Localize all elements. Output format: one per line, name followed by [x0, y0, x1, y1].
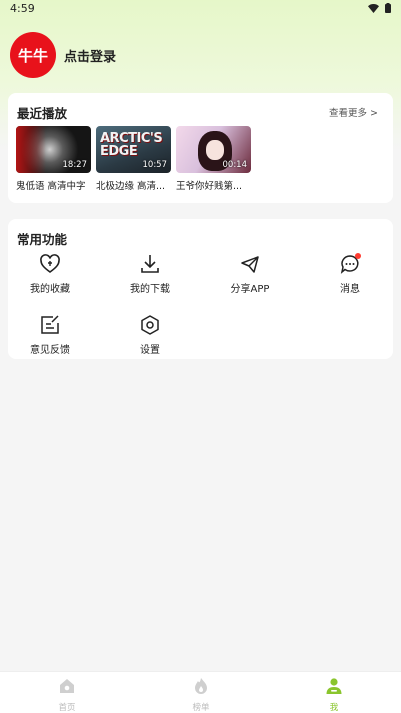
recent-item[interactable]: 00:14 王爷你好贱第...	[176, 126, 251, 192]
feedback-button[interactable]: 意见反馈	[10, 314, 90, 356]
status-time: 4:59	[10, 2, 35, 15]
nav-ranking-label: 榜单	[192, 703, 210, 713]
features-title: 常用功能	[17, 232, 68, 247]
settings-icon	[139, 314, 161, 336]
video-thumbnail[interactable]: 18:27	[16, 126, 91, 173]
heart-icon	[39, 253, 61, 275]
nav-me[interactable]: 我	[304, 677, 364, 713]
status-bar: 4:59	[0, 0, 401, 18]
home-icon	[60, 679, 74, 693]
fire-icon	[195, 678, 207, 694]
favorites-label: 我的收藏	[30, 284, 70, 295]
avatar[interactable]: 牛牛	[10, 32, 56, 78]
user-icon	[326, 678, 342, 694]
recent-item[interactable]: 18:27 鬼低语 高清中字	[16, 126, 91, 192]
profile-login[interactable]: 牛牛 点击登录	[10, 32, 116, 78]
poster-title: ARCTIC'S EDGE	[100, 131, 163, 159]
view-more-link[interactable]: 查看更多 >	[329, 105, 378, 119]
nav-home-label: 首页	[58, 703, 76, 713]
wifi-icon	[368, 3, 379, 13]
recent-title: 最近播放	[17, 106, 68, 121]
favorites-button[interactable]: 我的收藏	[10, 253, 90, 295]
video-title: 鬼低语 高清中字	[16, 181, 86, 192]
video-thumbnail[interactable]: ARCTIC'S EDGE 10:57	[96, 126, 171, 173]
nav-home[interactable]: 首页	[37, 677, 97, 713]
share-app-button[interactable]: 分享APP	[210, 253, 290, 295]
duration-label: 10:57	[142, 160, 168, 170]
recent-item[interactable]: ARCTIC'S EDGE 10:57 北极边缘 高清...	[96, 126, 171, 192]
recent-list: 18:27 鬼低语 高清中字 ARCTIC'S EDGE 10:57 北极边缘 …	[16, 126, 251, 192]
messages-button[interactable]: 消息	[310, 253, 390, 295]
duration-label: 18:27	[62, 160, 88, 170]
features-card: 常用功能 我的收藏 我的下载 分享APP 消息 意见反馈 设置	[8, 219, 393, 359]
feedback-label: 意见反馈	[30, 345, 70, 356]
share-app-label: 分享APP	[230, 284, 270, 295]
nav-me-label: 我	[329, 703, 339, 713]
download-icon	[139, 253, 161, 275]
settings-button[interactable]: 设置	[110, 314, 190, 356]
video-thumbnail[interactable]: 00:14	[176, 126, 251, 173]
battery-icon	[385, 3, 391, 13]
unread-badge	[355, 253, 361, 259]
downloads-label: 我的下载	[130, 284, 170, 295]
nav-ranking[interactable]: 榜单	[171, 677, 231, 713]
message-icon	[339, 253, 361, 275]
login-label[interactable]: 点击登录	[64, 46, 116, 65]
messages-label: 消息	[340, 284, 360, 295]
video-title: 王爷你好贱第...	[176, 181, 243, 192]
bottom-nav: 首页 榜单 我	[0, 671, 401, 713]
share-icon	[239, 253, 261, 275]
video-title: 北极边缘 高清...	[96, 181, 166, 192]
duration-label: 00:14	[222, 160, 248, 170]
downloads-button[interactable]: 我的下载	[110, 253, 190, 295]
settings-label: 设置	[140, 345, 160, 356]
feedback-icon	[39, 314, 61, 336]
recent-play-card: 最近播放 查看更多 > 18:27 鬼低语 高清中字 ARCTIC'S EDGE…	[8, 93, 393, 203]
